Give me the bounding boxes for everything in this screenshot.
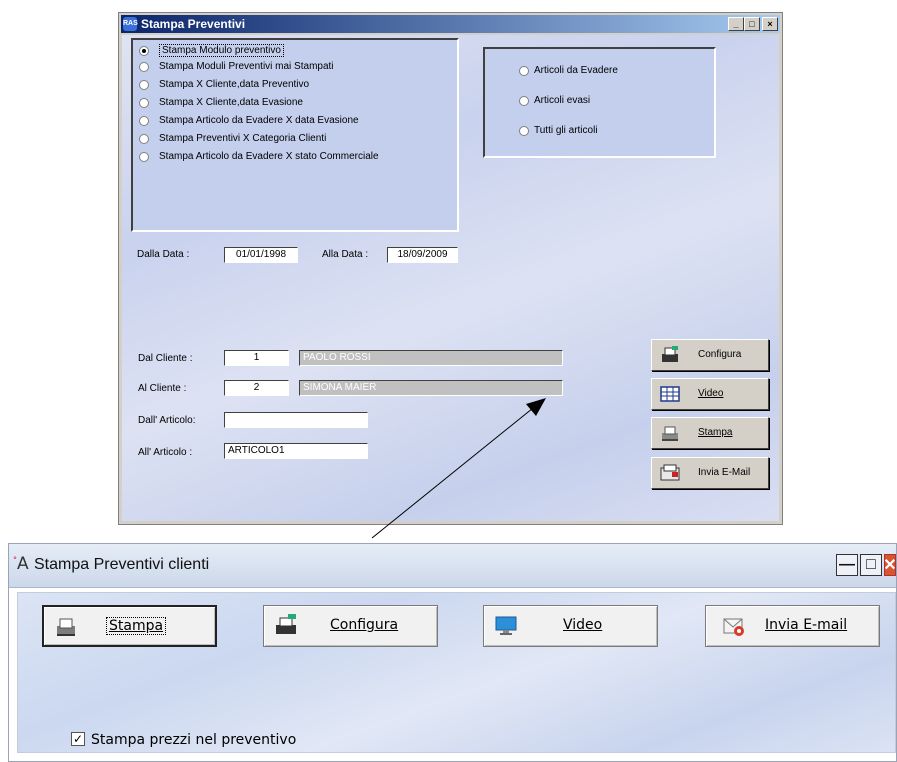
app-icon: °A <box>13 554 29 574</box>
video-label: Video <box>563 617 603 633</box>
stampa-label: Stampa <box>106 617 167 635</box>
invia-email-label: Invia E-mail <box>765 617 848 633</box>
new-client-area: Stampa Configura Video Invia E-mail ✓ St… <box>17 592 896 753</box>
video-button[interactable]: Video <box>483 605 658 647</box>
stampa-prezzi-checkbox[interactable]: ✓ <box>71 732 85 746</box>
arrow-line <box>371 403 539 539</box>
printer-icon <box>57 618 75 636</box>
minimize-button[interactable]: — <box>836 554 858 576</box>
new-print-dialog: °A Stampa Preventivi clienti — □ ✕ Stamp… <box>8 543 897 762</box>
email-icon <box>723 618 744 636</box>
stampa-prezzi-label[interactable]: Stampa prezzi nel preventivo <box>91 732 296 748</box>
new-titlebar[interactable]: °A Stampa Preventivi clienti — □ ✕ <box>9 544 896 588</box>
monitor-icon <box>495 616 517 635</box>
configura-label: Configura <box>330 617 399 633</box>
printer-settings-icon <box>276 614 296 634</box>
stampa-button[interactable]: Stampa <box>42 605 217 647</box>
close-button[interactable]: ✕ <box>884 554 896 576</box>
configura-button[interactable]: Configura <box>263 605 438 647</box>
new-window-title: Stampa Preventivi clienti <box>34 556 210 573</box>
maximize-button[interactable]: □ <box>860 554 882 576</box>
invia-email-button[interactable]: Invia E-mail <box>705 605 880 647</box>
arrow-head <box>526 398 546 416</box>
